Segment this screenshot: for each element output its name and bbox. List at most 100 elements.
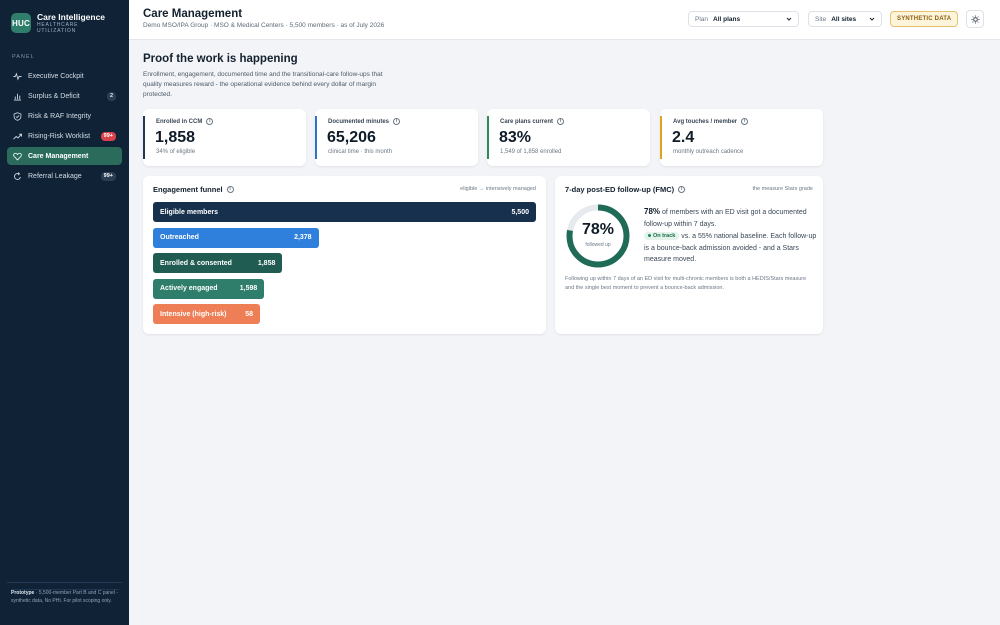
sidebar-item-label: Referral Leakage [28, 172, 82, 180]
funnel-bar-label: Intensive (high-risk) [160, 310, 227, 318]
info-icon[interactable]: i [393, 118, 401, 125]
brand[interactable]: HUC Care Intelligence HEALTHCARE UTILIZA… [11, 12, 105, 34]
donut-value: 78% [581, 221, 615, 238]
section-title: Proof the work is happening [143, 53, 298, 65]
kpi-accent-bar [315, 116, 317, 159]
funnel-bar[interactable]: Enrolled & consented 1,858 [153, 253, 283, 273]
card-note: the measure Stars grade [752, 186, 813, 192]
plan-select[interactable]: Plan All plans [688, 11, 799, 27]
info-icon[interactable]: i [557, 118, 565, 125]
kpi-subtext: 1,549 of 1,858 enrolled [500, 149, 562, 155]
fmc-lead-text: of members with an ED visit got a docume… [644, 209, 807, 228]
kpi-value: 83% [499, 129, 532, 146]
trending-up-icon [13, 132, 22, 141]
sidebar-divider [7, 582, 122, 583]
kpi-subtext: clinical time · this month [328, 149, 393, 155]
card-title: 7-day post-ED follow-up (FMC) [565, 185, 675, 194]
card-note: eligible → intensively managed [460, 186, 536, 192]
info-icon[interactable]: i [206, 118, 214, 125]
kpi-label: Enrolled in CCM [156, 118, 203, 125]
shield-check-icon [13, 111, 22, 121]
kpi-card-enrolled: Enrolled in CCM i 1,858 34% of eligible [143, 109, 306, 166]
sidebar-nav: Executive Cockpit Surplus & Deficit 2 Ri… [7, 67, 122, 187]
sidebar-item-label: Executive Cockpit [28, 72, 84, 80]
funnel-bar[interactable]: Intensive (high-risk) 58 [153, 304, 260, 324]
funnel-bar-value: 1,858 [257, 259, 276, 267]
funnel-bar[interactable]: Outreached 2,378 [153, 227, 319, 248]
page-subtitle: Demo MSO/IPA Group · MSO & Medical Cente… [143, 22, 385, 29]
panel-label: PANEL [12, 54, 35, 60]
funnel-bar-label: Eligible members [160, 208, 218, 216]
kpi-value: 2.4 [672, 129, 695, 146]
sidebar-item-risk-raf[interactable]: Risk & RAF Integrity [7, 107, 122, 125]
chevron-down-icon [869, 17, 875, 21]
funnel-bar-value: 58 [245, 310, 253, 318]
site-select[interactable]: Site All sites [808, 11, 882, 27]
sun-icon [970, 14, 980, 24]
kpi-card-minutes: Documented minutes i 65,206 clinical time… [315, 109, 478, 166]
chevron-down-icon [786, 17, 792, 21]
kpi-subtext: monthly outreach cadence [673, 149, 744, 155]
funnel-bar-label: Enrolled & consented [160, 259, 232, 267]
brand-logo: HUC [11, 13, 31, 33]
sidebar-item-label: Surplus & Deficit [28, 92, 80, 100]
info-icon[interactable]: i [678, 186, 686, 193]
info-icon[interactable]: i [226, 186, 234, 193]
sidebar: HUC Care Intelligence HEALTHCARE UTILIZA… [0, 0, 129, 625]
funnel-bar[interactable]: Eligible members 5,500 [153, 202, 536, 222]
sidebar-item-rising-risk[interactable]: Rising-Risk Worklist 99+ [7, 127, 122, 145]
kpi-accent-bar [487, 116, 489, 159]
card-title: Engagement funnel [153, 185, 223, 194]
sidebar-item-label: Care Management [28, 152, 89, 160]
sidebar-item-referral-leakage[interactable]: Referral Leakage 99+ [7, 167, 122, 185]
count-badge: 99+ [100, 172, 116, 181]
sidebar-item-care-management[interactable]: Care Management [7, 147, 122, 165]
fmc-summary: 78% of members with an ED visit got a do… [644, 206, 818, 266]
kpi-accent-bar [143, 116, 145, 159]
synthetic-data-badge: SYNTHETIC DATA [890, 11, 959, 27]
kpi-subtext: 34% of eligible [156, 149, 196, 155]
funnel-bar-label: Outreached [160, 234, 199, 241]
top-header: Care Management Demo MSO/IPA Group · MSO… [129, 0, 1000, 40]
kpi-label: Avg touches / member [673, 118, 738, 125]
fmc-footnote: Following up within 7 days of an ED visi… [565, 276, 807, 291]
theme-toggle-button[interactable] [966, 10, 984, 28]
kpi-value: 65,206 [327, 129, 376, 146]
sidebar-item-executive-cockpit[interactable]: Executive Cockpit [7, 67, 122, 85]
funnel-bar[interactable]: Actively engaged 1,598 [153, 278, 265, 299]
page-title: Care Management [143, 8, 243, 20]
bar-chart-icon [13, 92, 22, 101]
site-select-label: Site [815, 15, 827, 23]
plan-select-value: All plans [713, 15, 741, 23]
brand-name: Care Intelligence [37, 12, 106, 22]
fmc-lead-value: 78% [644, 207, 661, 216]
fmc-card: 7-day post-ED follow-up (FMC) i the measu… [555, 176, 823, 334]
refresh-icon [13, 171, 22, 181]
kpi-value: 1,858 [155, 129, 196, 146]
kpi-card-care-plans: Care plans current i 83% 1,549 of 1,858 e… [487, 109, 650, 166]
heart-icon [13, 152, 22, 161]
pulse-icon [13, 71, 22, 81]
sidebar-footer: Prototype · 5,500-member Part B and C pa… [11, 589, 119, 604]
kpi-card-touches: Avg touches / member i 2.4 monthly outrea… [660, 109, 823, 166]
sidebar-item-surplus-deficit[interactable]: Surplus & Deficit 2 [7, 87, 122, 105]
info-icon[interactable]: i [741, 118, 749, 125]
kpi-label: Documented minutes [328, 118, 390, 125]
count-badge: 99+ [100, 132, 116, 141]
funnel-bar-value: 5,500 [511, 208, 529, 216]
kpi-accent-bar [660, 116, 662, 159]
engagement-funnel-card: Engagement funnel i eligible → intensivel… [143, 176, 546, 334]
funnel-bar-value: 1,598 [239, 285, 258, 292]
funnel-bar-value: 2,378 [294, 234, 312, 241]
sidebar-item-label: Rising-Risk Worklist [28, 132, 91, 140]
kpi-label: Care plans current [500, 118, 554, 125]
on-track-pill: On track [644, 232, 680, 240]
brand-sub-line2: UTILIZATION [37, 28, 76, 34]
plan-select-label: Plan [695, 15, 709, 23]
count-badge: 2 [106, 92, 116, 101]
section-description: Enrollment, engagement, documented time … [143, 71, 383, 98]
sidebar-item-label: Risk & RAF Integrity [28, 112, 92, 120]
status-dot-icon [648, 233, 651, 237]
funnel-bar-label: Actively engaged [160, 285, 218, 292]
site-select-value: All sites [831, 15, 857, 23]
